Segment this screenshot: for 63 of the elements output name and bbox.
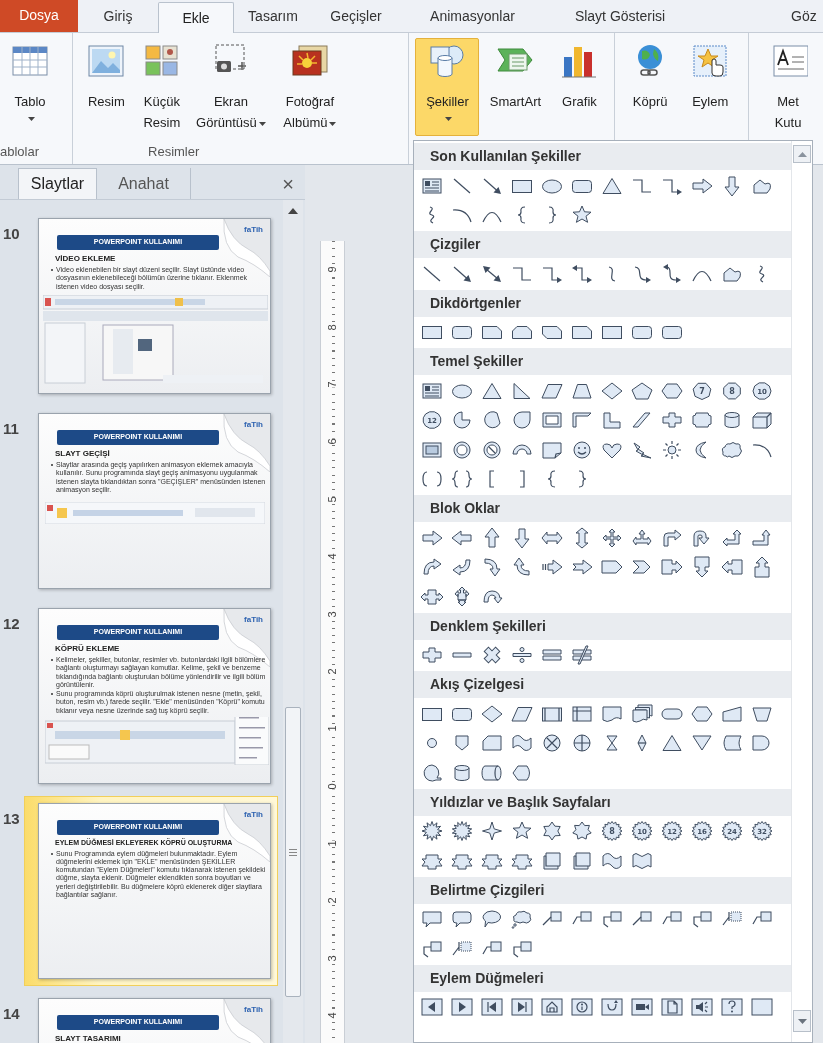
slide-title: SLAYT GEÇİŞİ: [55, 448, 111, 460]
ribbon-tab[interactable]: Giriş: [78, 1, 158, 32]
ruler-number: 3: [327, 955, 338, 962]
close-button[interactable]: ×: [277, 168, 299, 199]
ribbon-tab[interactable]: Tasarım: [234, 1, 312, 32]
pane-tab[interactable]: Anahat: [97, 168, 191, 199]
ruler-number: 1: [327, 725, 338, 732]
ruler-number: 2: [327, 668, 338, 675]
slide-title: SLAYT TASARIMI: [55, 1033, 122, 1043]
ruler-number: 7: [327, 381, 338, 388]
seal-icon[interactable]: 8: [599, 819, 625, 844]
slide-number: 11: [3, 419, 19, 439]
ribbon-button[interactable]: SmartArt: [479, 38, 552, 136]
section-heading: Temel Şekiller: [430, 352, 524, 371]
ribbon-button[interactable]: Köprü: [621, 38, 680, 136]
ribbon-button[interactable]: Şekiller: [415, 38, 480, 136]
logo: faTih: [244, 809, 263, 821]
ribbon-button[interactable]: Tablo: [0, 38, 60, 136]
logo: faTih: [244, 1004, 263, 1016]
section-heading: Akış Çizelgesi: [430, 675, 525, 694]
slide-number: 14: [3, 1004, 20, 1024]
ribbon-button[interactable]: Met Kutu: [753, 38, 823, 136]
ribbon-tab[interactable]: Slayt Gösterisi: [545, 1, 695, 32]
section-heading: Yıldızlar ve Başlık Sayfaları: [430, 792, 611, 812]
ribbon-button[interactable]: Resim: [78, 38, 134, 136]
ribbon-button[interactable]: Eylem: [679, 38, 742, 136]
ruler-number: 2: [327, 897, 338, 905]
slide-title: VİDEO EKLEME: [55, 253, 117, 265]
section-heading: Dikdörtgenler: [430, 293, 521, 313]
ribbon-button[interactable]: Ekran Görüntüsü: [189, 38, 272, 136]
section-heading: Son Kullanılan Şekiller: [430, 147, 581, 166]
logo: faTih: [244, 614, 263, 626]
ruler-number: 3: [327, 610, 338, 618]
section-heading: Blok Oklar: [430, 499, 501, 518]
ruler-number: 5: [327, 496, 338, 503]
ribbon-button[interactable]: Küçük Resim: [133, 38, 190, 136]
file-tab[interactable]: Dosya: [0, 0, 78, 32]
slide-number: 13: [3, 809, 20, 829]
ruler-number: 9: [327, 266, 338, 273]
pane-tab[interactable]: Slaytlar: [18, 168, 97, 199]
slide-number: 10: [3, 224, 20, 244]
ribbon-button[interactable]: Grafik: [551, 38, 608, 136]
section-heading: Eylem Düğmeleri: [430, 968, 544, 988]
ruler-number: 4: [327, 1012, 338, 1019]
section-heading: Çizgiler: [430, 235, 481, 254]
ruler-number: 8: [327, 324, 338, 331]
ruler-number: 0: [327, 783, 338, 790]
slide-number: 12: [3, 614, 20, 634]
group-label: ablolar: [0, 143, 40, 162]
section-heading: Denklem Şekilleri: [430, 616, 546, 636]
ruler-number: 6: [327, 438, 338, 445]
ribbon-tab[interactable]: Göz: [695, 1, 823, 32]
ribbon-tab[interactable]: Ekle: [158, 2, 234, 33]
logo: faTih: [244, 419, 263, 431]
ribbon-tab[interactable]: Animasyonlar: [400, 1, 545, 32]
ruler-number: 1: [327, 840, 338, 847]
ruler-number: 4: [327, 553, 338, 560]
ribbon-tab[interactable]: Geçişler: [312, 1, 400, 32]
group-label: Resimler: [148, 143, 200, 162]
logo: faTih: [244, 224, 263, 236]
slide-title: KÖPRÜ EKLEME: [55, 643, 121, 655]
section-heading: Belirtme Çizgileri: [430, 880, 545, 900]
ribbon-button[interactable]: Fotoğraf Albümü: [271, 38, 348, 136]
